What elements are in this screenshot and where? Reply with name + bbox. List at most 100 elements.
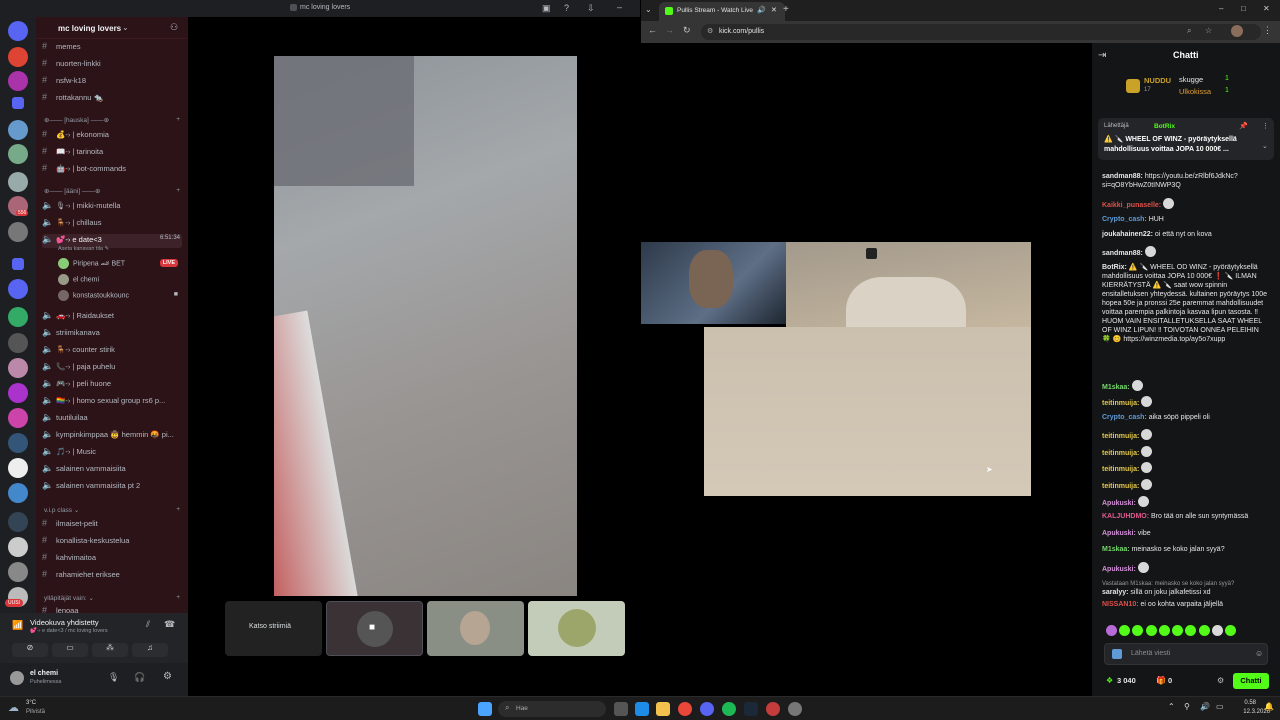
- chat-message[interactable]: Apukuski:: [1102, 562, 1268, 574]
- chat-username[interactable]: Apukuski:: [1102, 566, 1136, 573]
- add-channel-icon[interactable]: +: [176, 187, 180, 194]
- download-icon[interactable]: ⇩: [587, 3, 595, 14]
- server-icon[interactable]: [8, 383, 28, 403]
- text-channel[interactable]: # memes: [42, 41, 182, 55]
- participant-tile[interactable]: [528, 601, 625, 656]
- chat-message[interactable]: teitinmuija:: [1102, 429, 1268, 441]
- back-icon[interactable]: ←: [648, 25, 657, 35]
- chat-username[interactable]: Crypto_cash:: [1102, 414, 1147, 421]
- server-icon[interactable]: [8, 47, 28, 67]
- chat-username[interactable]: KALJUHDMO:: [1102, 513, 1149, 520]
- close-icon[interactable]: ✕: [771, 6, 777, 14]
- add-channel-icon[interactable]: +: [176, 116, 180, 123]
- tab-list-icon[interactable]: ⌄: [645, 5, 652, 14]
- avatar[interactable]: [10, 671, 24, 685]
- zoom-icon[interactable]: ⌕: [1187, 26, 1191, 36]
- chat-username[interactable]: M1skaa:: [1102, 546, 1130, 553]
- chat-message[interactable]: Apukuski:: [1102, 496, 1268, 508]
- emote-icon[interactable]: [1185, 625, 1197, 636]
- server-icon[interactable]: [8, 358, 28, 378]
- minimize-icon[interactable]: –: [1219, 4, 1223, 13]
- chrome-icon[interactable]: [678, 702, 692, 716]
- add-channel-icon[interactable]: +: [176, 506, 180, 513]
- discord-icon[interactable]: [700, 702, 714, 716]
- folder-icon[interactable]: [12, 97, 24, 109]
- voice-channel[interactable]: 🔈 🪑-› | chillaus: [42, 217, 182, 231]
- microphone-icon[interactable]: 🎙: [108, 672, 119, 683]
- chat-message[interactable]: Crypto_cash: HUH: [1102, 215, 1268, 224]
- voice-channel[interactable]: 🔈 kympinkimppaa 🤠 hemmin 🤬 pi...: [42, 429, 182, 443]
- points-icon[interactable]: ❖: [1106, 676, 1113, 685]
- minimize-icon[interactable]: –: [617, 2, 622, 12]
- steam-icon[interactable]: [744, 702, 758, 716]
- server-icon[interactable]: [8, 144, 28, 164]
- voice-channel[interactable]: 🔈 🎙-› | mikki-mutella: [42, 200, 182, 214]
- text-channel[interactable]: # rottakannu 🐀: [42, 92, 182, 106]
- chat-message[interactable]: teitinmuija:: [1102, 396, 1268, 408]
- text-channel[interactable]: # nsfw-k18: [42, 75, 182, 89]
- file-explorer-icon[interactable]: [656, 702, 670, 716]
- emote-icon[interactable]: [1225, 625, 1237, 636]
- chat-message[interactable]: teitinmuija:: [1102, 446, 1268, 458]
- profile-avatar[interactable]: [1231, 25, 1243, 37]
- settings-icon[interactable]: ⚙: [163, 671, 172, 682]
- headphones-icon[interactable]: 🎧: [134, 672, 145, 683]
- voice-location[interactable]: 💕-› e date<3 / mc loving lovers: [30, 628, 108, 634]
- chat-username[interactable]: Crypto_cash:: [1102, 216, 1147, 223]
- chat-message[interactable]: M1skaa: meinasko se koko jalan syyä?: [1102, 545, 1268, 554]
- chat-username[interactable]: sandman88:: [1102, 250, 1143, 257]
- participant-tile[interactable]: ■: [326, 601, 423, 656]
- chat-message[interactable]: NISSAN10: ei oo kohta varpaita jäljellä: [1102, 600, 1268, 609]
- folder-icon[interactable]: [12, 258, 24, 270]
- voice-channel[interactable]: 🔈 📞-› | paja puhelu: [42, 361, 182, 375]
- screen-share-button[interactable]: ▭: [52, 643, 88, 657]
- chat-message[interactable]: Crypto_cash: aika söpö pippeli oli: [1102, 413, 1268, 422]
- server-icon[interactable]: [8, 433, 28, 453]
- stream-video[interactable]: [274, 56, 577, 596]
- chat-username[interactable]: joukahainen22:: [1102, 231, 1153, 238]
- notification-icon[interactable]: 🔔: [1264, 702, 1274, 711]
- app-icon[interactable]: [766, 702, 780, 716]
- emote-icon[interactable]: [1198, 625, 1210, 636]
- category-header[interactable]: ylläpitäjät vain: ⌄ +: [44, 594, 180, 602]
- weather-icon[interactable]: ☁: [8, 701, 19, 714]
- chat-username[interactable]: teitinmuija:: [1102, 433, 1139, 440]
- chat-message[interactable]: KALJUHDMO: Bro tää on alle sun syntymäss…: [1102, 512, 1268, 521]
- site-info-icon[interactable]: ⚙: [707, 27, 713, 35]
- chat-message[interactable]: BotRix: ⚠️ 🔪 WHEEL OD WINZ - pyöräytykse…: [1102, 263, 1268, 344]
- edge-icon[interactable]: [635, 702, 649, 716]
- send-chat-button[interactable]: Chatti: [1233, 673, 1269, 689]
- home-button[interactable]: [8, 21, 28, 41]
- emote-icon[interactable]: [1119, 625, 1131, 636]
- pin-icon[interactable]: 📌: [1239, 122, 1248, 130]
- disconnect-icon[interactable]: ☎: [164, 619, 175, 630]
- add-friend-icon[interactable]: ⚇: [170, 22, 178, 33]
- voice-user[interactable]: el chemi: [58, 274, 178, 288]
- speaker-icon[interactable]: 🔊: [757, 6, 766, 14]
- emote-icon[interactable]: [1211, 625, 1223, 636]
- voice-channel[interactable]: 🔈 🎵-› | Music: [42, 446, 182, 460]
- text-channel[interactable]: # 💰-› | ekonomia: [42, 129, 182, 143]
- text-channel[interactable]: # kahvimaitoa: [42, 552, 182, 566]
- activities-button[interactable]: ⁂: [92, 643, 128, 657]
- server-icon[interactable]: [8, 333, 28, 353]
- text-channel[interactable]: # 🤖-› | bot-commands: [42, 163, 182, 177]
- server-icon[interactable]: [8, 512, 28, 532]
- server-icon[interactable]: [8, 222, 28, 242]
- watch-stream-tile[interactable]: Katso striimiä: [225, 601, 322, 656]
- url-field[interactable]: ⚙ kick.com/pullis ⌕ ☆: [701, 24, 1261, 40]
- chat-username[interactable]: teitinmuija:: [1102, 450, 1139, 457]
- taskbar-search[interactable]: ⌕ Hae: [498, 701, 606, 717]
- voice-channel[interactable]: 🔈 striimikanava: [42, 327, 182, 341]
- category-header[interactable]: ⊕—— [hauska] ——⊕ +: [44, 116, 180, 124]
- chat-message[interactable]: teitinmuija:: [1102, 462, 1268, 474]
- windows-start-icon[interactable]: [478, 702, 492, 716]
- new-tab-icon[interactable]: +: [783, 4, 789, 15]
- text-channel[interactable]: # rahamiehet eriksee: [42, 569, 182, 583]
- participant-tile[interactable]: [427, 601, 524, 656]
- chat-username[interactable]: M1skaa:: [1102, 384, 1130, 391]
- text-channel[interactable]: # 📖-› | tarinoita: [42, 146, 182, 160]
- emoji-icon[interactable]: ☺: [1255, 649, 1263, 658]
- collapse-chat-icon[interactable]: ⇥: [1098, 50, 1106, 61]
- gift-icon[interactable]: 🎁: [1156, 676, 1166, 685]
